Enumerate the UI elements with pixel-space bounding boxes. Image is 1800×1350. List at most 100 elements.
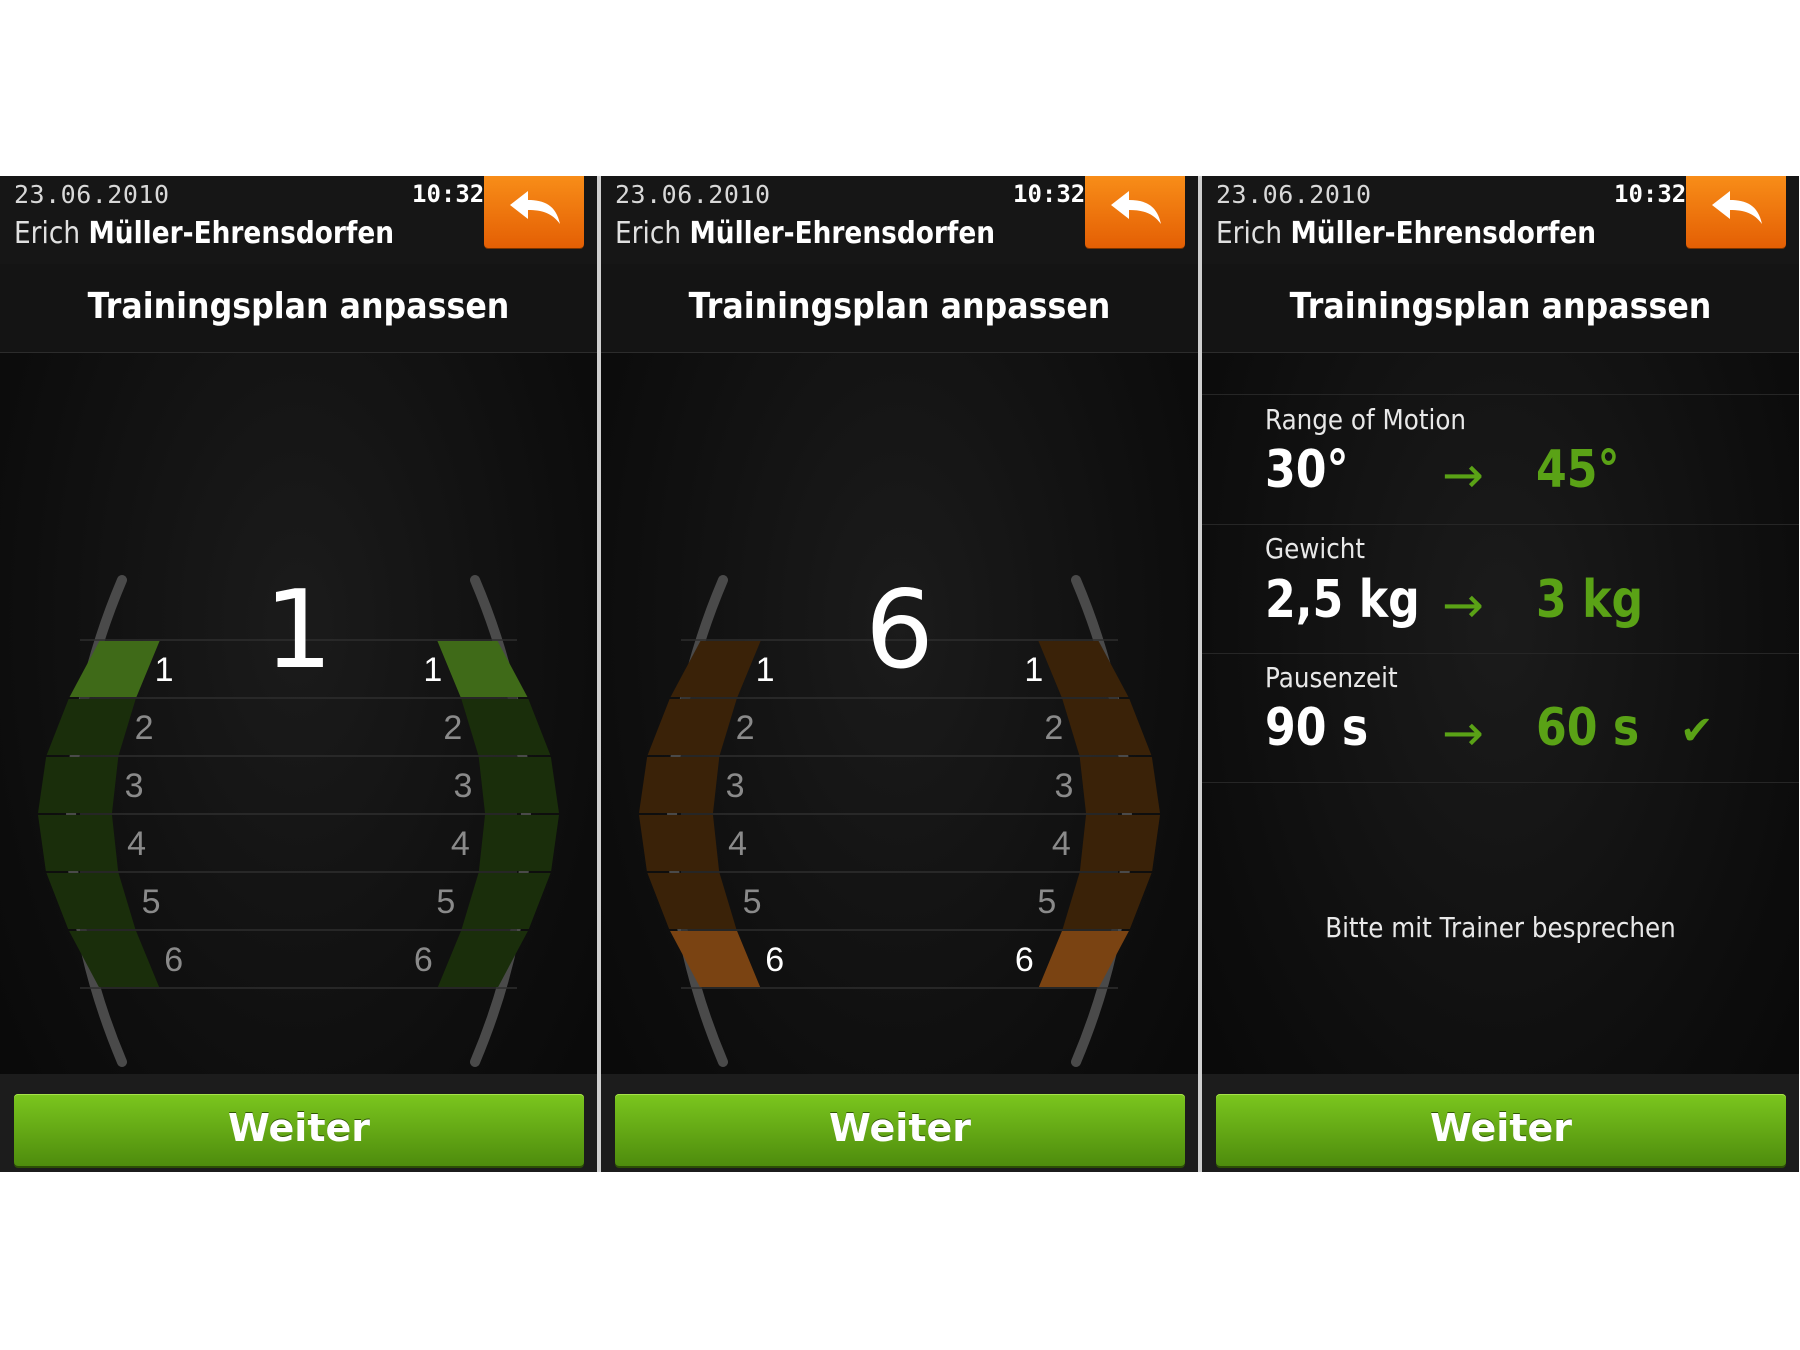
level-band-left: [647, 873, 737, 929]
back-button[interactable]: [484, 176, 584, 248]
level-label-left: 6: [765, 941, 784, 979]
level-band-left: [38, 757, 119, 813]
next-button-label: Weiter: [1429, 1106, 1573, 1150]
range-of-motion-label: Range of Motion: [1265, 403, 1467, 436]
level-label-right: 6: [414, 941, 433, 979]
level-label-right: 5: [1037, 883, 1056, 921]
date-label: 23.06.2010: [14, 180, 170, 209]
level-band-right: [437, 931, 528, 987]
level-band-right: [1062, 699, 1152, 755]
level-band-right: [478, 815, 559, 871]
screen-summary: 23.06.2010 10:32 Erich Müller-Ehrensdorf…: [1202, 176, 1799, 1172]
level-label-right: 2: [443, 709, 462, 747]
level-label-right: 4: [451, 825, 470, 863]
user-last-name: Müller-Ehrensdorfen: [1290, 216, 1597, 251]
level-label-left: 5: [142, 883, 161, 921]
level-label-right: 2: [1044, 709, 1063, 747]
back-arrow-icon: [1111, 191, 1161, 224]
level-label-right: 3: [453, 767, 472, 805]
title-bar: Trainingsplan anpassen: [1202, 264, 1799, 353]
level-band-left: [46, 873, 136, 929]
level-label-right: 4: [1052, 825, 1071, 863]
level-band-left: [647, 699, 737, 755]
arrow-right-icon: →: [1442, 576, 1484, 634]
screen-adjust-level-6: 23.06.2010 10:32 Erich Müller-Ehrensdorf…: [601, 176, 1198, 1172]
selected-level-value: 1: [264, 568, 333, 693]
title-bar: Trainingsplan anpassen: [601, 264, 1198, 353]
user-first-name: Erich: [14, 216, 81, 251]
arrow-right-icon: →: [1442, 704, 1484, 762]
arrow-right-icon: →: [1442, 446, 1484, 504]
screen-adjust-level-1: 23.06.2010 10:32 Erich Müller-Ehrensdorf…: [0, 176, 597, 1172]
next-button[interactable]: Weiter: [1216, 1094, 1786, 1166]
weight-new: 3 kg: [1536, 570, 1644, 630]
level-band-right: [461, 699, 551, 755]
user-name: Erich Müller-Ehrensdorfen: [14, 216, 394, 251]
user-last-name: Müller-Ehrensdorfen: [88, 216, 395, 251]
user-first-name: Erich: [615, 216, 682, 251]
next-button-label: Weiter: [828, 1106, 972, 1150]
level-label-left: 4: [127, 825, 146, 863]
back-button[interactable]: [1085, 176, 1185, 248]
row-divider: [1202, 782, 1799, 783]
level-band-left: [670, 931, 761, 987]
level-band-left: [46, 699, 136, 755]
trainer-note: Bitte mit Trainer besprechen: [1325, 911, 1676, 944]
rest-time-label: Pausenzeit: [1265, 661, 1398, 694]
level-band-right: [1079, 757, 1160, 813]
level-band-left: [69, 931, 160, 987]
time-label: 10:32: [1614, 180, 1687, 208]
time-label: 10:32: [1013, 180, 1086, 208]
level-label-left: 6: [164, 941, 183, 979]
status-bar: 23.06.2010 10:32 Erich Müller-Ehrensdorf…: [0, 176, 597, 265]
next-button[interactable]: Weiter: [615, 1094, 1185, 1166]
range-of-motion-new: 45°: [1536, 440, 1620, 500]
level-band-right: [1038, 931, 1129, 987]
title-bar: Trainingsplan anpassen: [0, 264, 597, 353]
page-title: Trainingsplan anpassen: [1289, 286, 1712, 327]
next-button[interactable]: Weiter: [14, 1094, 584, 1166]
weight-old: 2,5 kg: [1265, 570, 1420, 630]
level-label-left: 3: [726, 767, 745, 805]
level-band-right: [461, 873, 551, 929]
status-bar: 23.06.2010 10:32 Erich Müller-Ehrensdorf…: [601, 176, 1198, 265]
level-band-left: [38, 815, 119, 871]
page-title: Trainingsplan anpassen: [87, 286, 510, 327]
level-band-right: [1079, 815, 1160, 871]
level-picker-wheel[interactable]: 1 12 23 34 45 56 6: [0, 352, 597, 1074]
status-bar: 23.06.2010 10:32 Erich Müller-Ehrensdorf…: [1202, 176, 1799, 265]
level-label-left: 5: [743, 883, 762, 921]
level-label-right: 3: [1054, 767, 1073, 805]
rest-time-old: 90 s: [1265, 698, 1369, 758]
back-button[interactable]: [1686, 176, 1786, 248]
level-label-left: 2: [135, 709, 154, 747]
date-label: 23.06.2010: [1216, 180, 1372, 209]
level-band-right: [478, 757, 559, 813]
level-label-left: 2: [736, 709, 755, 747]
user-first-name: Erich: [1216, 216, 1283, 251]
level-label-right: 5: [436, 883, 455, 921]
next-button-label: Weiter: [227, 1106, 371, 1150]
checkmark-icon: ✔: [1680, 708, 1714, 754]
page-title: Trainingsplan anpassen: [688, 286, 1111, 327]
level-picker-wheel[interactable]: 1 12 23 34 45 56 6: [601, 352, 1198, 1074]
row-divider: [1202, 394, 1799, 395]
range-of-motion-old: 30°: [1265, 440, 1349, 500]
time-label: 10:32: [412, 180, 485, 208]
user-last-name: Müller-Ehrensdorfen: [689, 216, 996, 251]
row-divider: [1202, 653, 1799, 654]
date-label: 23.06.2010: [615, 180, 771, 209]
rest-time-new: 60 s: [1536, 698, 1640, 758]
back-arrow-icon: [510, 191, 560, 224]
level-label-left: 4: [728, 825, 747, 863]
screens-container: 23.06.2010 10:32 Erich Müller-Ehrensdorf…: [0, 176, 1800, 1172]
level-label-left: 3: [125, 767, 144, 805]
level-label-right: 6: [1015, 941, 1034, 979]
level-band-left: [639, 815, 720, 871]
user-name: Erich Müller-Ehrensdorfen: [1216, 216, 1596, 251]
back-arrow-icon: [1712, 191, 1762, 224]
weight-label: Gewicht: [1265, 532, 1366, 565]
level-band-left: [639, 757, 720, 813]
selected-level-value: 6: [865, 568, 934, 693]
level-band-right: [1062, 873, 1152, 929]
